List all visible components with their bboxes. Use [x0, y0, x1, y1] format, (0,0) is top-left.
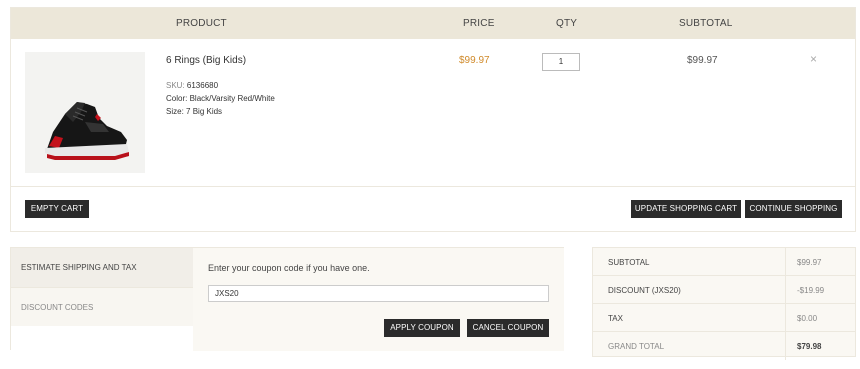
sku-value: 6136680 — [186, 81, 219, 90]
header-price: PRICE — [463, 18, 495, 29]
totals-label: SUBTOTAL — [608, 258, 650, 267]
color-label: Color: — [166, 94, 188, 103]
divider — [785, 304, 786, 331]
cancel-coupon-button[interactable]: CANCEL COUPON — [467, 319, 549, 337]
empty-cart-button[interactable]: EMPTY CART — [25, 200, 89, 218]
remove-item-icon[interactable]: × — [810, 52, 817, 66]
continue-shopping-button[interactable]: CONTINUE SHOPPING — [745, 200, 842, 218]
totals-label: DISCOUNT (JXS20) — [608, 286, 681, 295]
totals-value: $79.98 — [797, 342, 822, 351]
totals-label: GRAND TOTAL — [608, 342, 665, 351]
cart-item-row: 6 Rings (Big Kids) SKU: 6136680 Color: B… — [11, 39, 855, 187]
totals-row-grand-total: GRAND TOTAL $79.98 — [593, 332, 855, 360]
sku-label: SKU: — [166, 81, 185, 90]
quantity-input[interactable]: 1 — [542, 53, 580, 71]
tab-discount-codes[interactable]: DISCOUNT CODES — [11, 287, 193, 326]
sneaker-image — [25, 52, 145, 173]
coupon-pane: Enter your coupon code if you have one. … — [193, 248, 564, 351]
totals-value: $99.97 — [797, 258, 822, 267]
size-label: Size: — [166, 107, 184, 116]
totals-label: TAX — [608, 314, 623, 323]
shopping-cart-table: PRODUCT PRICE QTY SUBTOTAL 6 Rings (Big … — [10, 7, 856, 232]
product-sku: SKU: 6136680 — [166, 81, 218, 90]
size-value: 7 Big Kids — [186, 107, 223, 116]
totals-row-discount: DISCOUNT (JXS20) -$19.99 — [593, 276, 855, 304]
product-size: Size: 7 Big Kids — [166, 107, 222, 116]
product-name[interactable]: 6 Rings (Big Kids) — [166, 55, 246, 66]
update-cart-button[interactable]: UPDATE SHOPPING CART — [631, 200, 741, 218]
totals-value: -$19.99 — [797, 286, 825, 295]
divider — [785, 248, 786, 275]
totals-value: $0.00 — [797, 314, 818, 323]
color-value: Black/Varsity Red/White — [189, 94, 275, 103]
header-subtotal: SUBTOTAL — [679, 18, 733, 29]
divider — [785, 332, 786, 360]
item-subtotal: $99.97 — [687, 55, 718, 66]
order-totals: SUBTOTAL $99.97 DISCOUNT (JXS20) -$19.99… — [592, 247, 856, 360]
item-price: $99.97 — [459, 55, 490, 66]
header-product: PRODUCT — [176, 18, 227, 29]
header-qty: QTY — [556, 18, 578, 29]
tab-estimate-shipping[interactable]: ESTIMATE SHIPPING AND TAX — [11, 248, 193, 287]
shipping-discount-panel: ESTIMATE SHIPPING AND TAX DISCOUNT CODES… — [10, 247, 564, 351]
totals-row-subtotal: SUBTOTAL $99.97 — [593, 248, 855, 276]
product-image[interactable] — [25, 52, 145, 173]
coupon-code-input[interactable]: JXS20 — [208, 285, 549, 302]
tab-spacer — [11, 326, 193, 351]
cart-header-row: PRODUCT PRICE QTY SUBTOTAL — [11, 8, 855, 39]
coupon-prompt: Enter your coupon code if you have one. — [208, 263, 370, 273]
product-color: Color: Black/Varsity Red/White — [166, 94, 275, 103]
totals-row-tax: TAX $0.00 — [593, 304, 855, 332]
apply-coupon-button[interactable]: APPLY COUPON — [384, 319, 460, 337]
divider — [785, 276, 786, 303]
